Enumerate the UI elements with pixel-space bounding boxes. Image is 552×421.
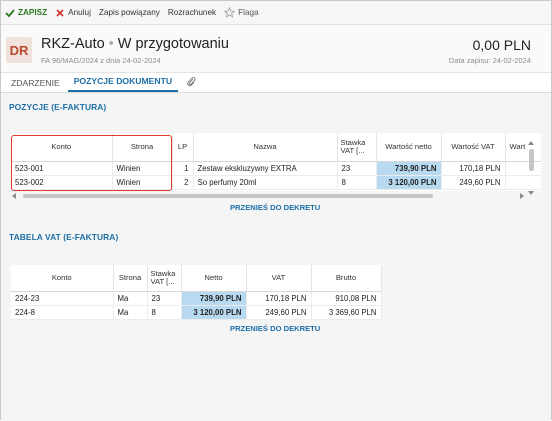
- positions-table: Konto Strona LP Nazwa Stawka VAT [... Wa…: [11, 133, 541, 190]
- scroll-left-arrow-icon[interactable]: [12, 193, 16, 199]
- column-header-brutto[interactable]: Brutto: [311, 265, 382, 292]
- table-row[interactable]: 523-002 Winien 2 So perfumy 20ml 8 3 120…: [11, 175, 541, 190]
- cancel-label: Anuluj: [68, 8, 91, 17]
- vertical-scrollbar[interactable]: [527, 139, 537, 201]
- cell-strona[interactable]: Ma: [113, 291, 148, 306]
- column-header-nazwa[interactable]: Nazwa: [193, 133, 338, 162]
- column-header-wartosc-vat[interactable]: Wartość VAT: [441, 133, 506, 162]
- cell-stawka: 8: [337, 175, 377, 190]
- stawka-vat-label: Stawka VAT [...: [340, 137, 366, 155]
- cell-stawka: 23: [337, 161, 377, 176]
- column-header-wartosc-netto[interactable]: Wartość netto: [376, 133, 442, 162]
- cell-konto[interactable]: 224-8: [11, 305, 114, 320]
- scroll-down-arrow-icon[interactable]: [528, 191, 534, 195]
- linked-entry-button[interactable]: Zapis powiązany: [99, 8, 160, 17]
- vat-table: Konto Strona Stawka VAT [... Netto VAT B…: [11, 265, 382, 320]
- vat-table-container: Konto Strona Stawka VAT [... Netto VAT B…: [11, 265, 382, 320]
- title-separator: •: [108, 36, 114, 52]
- cell-vat: 249,60 PLN: [441, 175, 506, 190]
- scroll-up-arrow-icon[interactable]: [528, 141, 534, 145]
- app-window: ZAPISZ Anuluj Zapis powiązany Rozrachune…: [0, 0, 552, 421]
- column-header-netto[interactable]: Netto: [181, 265, 247, 292]
- column-header-stawka-vat[interactable]: Stawka VAT [...: [337, 133, 377, 162]
- tab-document-positions[interactable]: POZYCJE DOKUMENTU: [67, 76, 179, 92]
- flag-label: Flaga: [238, 8, 259, 17]
- scrollbar-thumb[interactable]: [23, 194, 433, 198]
- positions-table-container: Konto Strona LP Nazwa Stawka VAT [... Wa…: [11, 133, 541, 191]
- page-title: RKZ-Auto • W przygotowaniu: [41, 36, 229, 52]
- scrollbar-thumb[interactable]: [529, 149, 534, 171]
- table-row[interactable]: 224-8 Ma 8 3 120,00 PLN 249,60 PLN 3 369…: [11, 305, 382, 320]
- table-row[interactable]: 523-001 Winien 1 Zestaw ekskluzywny EXTR…: [11, 161, 541, 176]
- cell-vat: 170,18 PLN: [441, 161, 506, 176]
- star-icon: [223, 6, 236, 18]
- register-name: RKZ-Auto: [41, 36, 105, 52]
- cell-brutto: 3 369,60 PLN: [311, 305, 382, 320]
- column-header-lp[interactable]: LP: [172, 133, 194, 162]
- checkmark-icon: [5, 8, 15, 18]
- cell-netto: 3 120,00 PLN: [181, 305, 247, 320]
- cell-lp: 1: [172, 161, 194, 176]
- stawka-vat-label: Stawka VAT [...: [150, 268, 176, 286]
- cell-nazwa: Zestaw ekskluzywny EXTRA: [193, 161, 338, 176]
- toolbar: ZAPISZ Anuluj Zapis powiązany Rozrachune…: [1, 1, 551, 25]
- column-header-stawka-vat[interactable]: Stawka VAT [...: [147, 265, 182, 292]
- document-subtitle: FA 96/MAG/2024 z dnia 24-02-2024: [41, 56, 161, 65]
- column-header-konto[interactable]: Konto: [11, 133, 113, 162]
- cell-nazwa: So perfumy 20ml: [193, 175, 338, 190]
- cell-stawka: 23: [147, 291, 182, 306]
- cell-netto: 739,90 PLN: [181, 291, 247, 306]
- settlement-button[interactable]: Rozrachunek: [168, 8, 216, 17]
- cell-konto[interactable]: 224-23: [11, 291, 114, 306]
- column-header-vat[interactable]: VAT: [246, 265, 312, 292]
- cell-konto[interactable]: 523-001: [11, 161, 113, 176]
- tab-attachments[interactable]: [180, 76, 202, 92]
- column-header-strona[interactable]: Strona: [112, 133, 173, 162]
- vat-table-section-title: TABELA VAT (E-FAKTURA): [9, 232, 119, 242]
- cell-stawka: 8: [147, 305, 182, 320]
- x-icon: [55, 8, 65, 18]
- column-header-konto[interactable]: Konto: [11, 265, 114, 292]
- column-header-strona[interactable]: Strona: [113, 265, 148, 292]
- main-content: POZYCJE (E-FAKTURA) Konto Strona LP Nazw…: [1, 93, 551, 421]
- entry-date: Data zapisu: 24-02-2024: [448, 56, 531, 65]
- tab-event[interactable]: ZDARZENIE: [5, 78, 66, 92]
- cell-netto: 739,90 PLN: [376, 161, 442, 176]
- table-row[interactable]: 224-23 Ma 23 739,90 PLN 170,18 PLN 910,0…: [11, 291, 382, 306]
- cancel-button[interactable]: Anuluj: [55, 8, 91, 18]
- tab-bar: ZDARZENIE POZYCJE DOKUMENTU: [1, 73, 551, 93]
- cell-vat: 170,18 PLN: [246, 291, 312, 306]
- paperclip-icon: [186, 77, 196, 89]
- move-to-decree-link-vat[interactable]: PRZENIEŚ DO DEKRETU: [230, 324, 320, 333]
- save-label: ZAPISZ: [18, 8, 48, 17]
- save-button[interactable]: ZAPISZ: [5, 8, 47, 18]
- linked-entry-label: Zapis powiązany: [98, 8, 160, 17]
- document-header: DR RKZ-Auto • W przygotowaniu FA 96/MAG/20…: [1, 25, 551, 73]
- cell-vat: 249,60 PLN: [246, 305, 312, 320]
- document-type-badge: DR: [6, 37, 32, 63]
- settlement-label: Rozrachunek: [167, 8, 217, 17]
- cell-netto: 3 120,00 PLN: [376, 175, 442, 190]
- cell-strona[interactable]: Ma: [113, 305, 148, 320]
- cell-konto[interactable]: 523-002: [11, 175, 113, 190]
- move-to-decree-link[interactable]: PRZENIEŚ DO DEKRETU: [230, 203, 320, 212]
- flag-button[interactable]: Flaga: [223, 6, 259, 18]
- scroll-right-arrow-icon[interactable]: [520, 193, 524, 199]
- cell-strona[interactable]: Winien: [112, 175, 173, 190]
- cell-lp: 2: [172, 175, 194, 190]
- status-text: W przygotowaniu: [117, 36, 229, 52]
- cell-strona[interactable]: Winien: [112, 161, 173, 176]
- total-amount: 0,00 PLN: [472, 37, 531, 53]
- positions-section-title: POZYCJE (E-FAKTURA): [9, 102, 107, 112]
- cell-brutto: 910,08 PLN: [311, 291, 382, 306]
- horizontal-scrollbar[interactable]: [11, 192, 526, 200]
